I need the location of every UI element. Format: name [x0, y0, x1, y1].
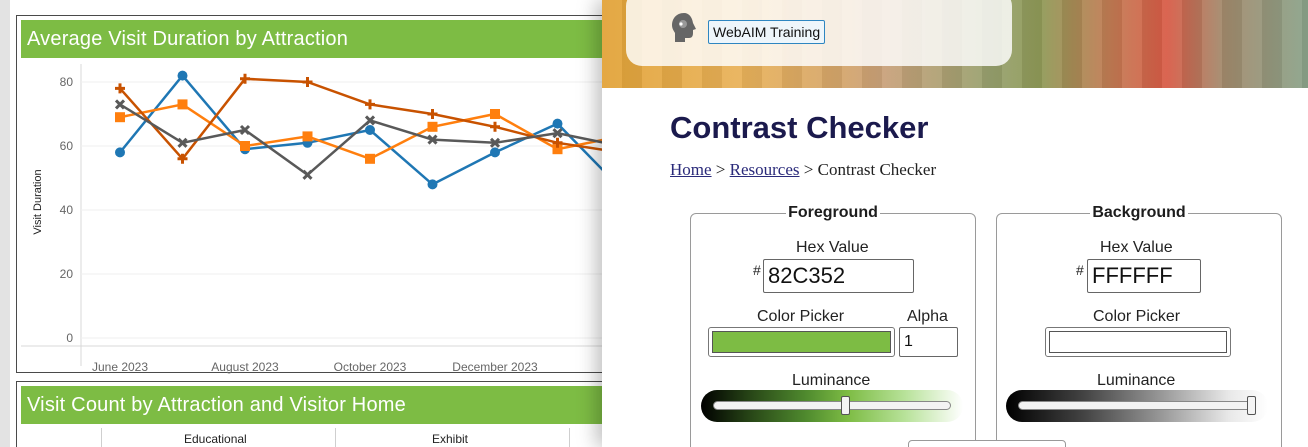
foreground-luminance-thumb[interactable]: [841, 396, 851, 415]
action-button[interactable]: [908, 440, 1066, 447]
breadcrumb-resources-link[interactable]: Resources: [730, 160, 800, 179]
webaim-training-button[interactable]: WebAIM Training: [708, 20, 826, 44]
data-point: [365, 125, 375, 135]
y-tick-label: 80: [60, 75, 74, 89]
x-tick-label: October 2023: [334, 360, 407, 374]
data-point: [427, 109, 438, 119]
banner-card: WebAIM Training: [626, 0, 1012, 66]
background-hex-input[interactable]: [1087, 259, 1201, 293]
foreground-luminance-label: Luminance: [792, 372, 871, 389]
background-luminance-slider[interactable]: [1006, 390, 1268, 422]
data-point: [552, 118, 563, 129]
data-point: [427, 179, 438, 190]
data-point: [490, 109, 500, 119]
x-tick-label: December 2023: [452, 360, 538, 374]
x-tick-label: August 2023: [211, 360, 279, 374]
foreground-legend: Foreground: [788, 204, 878, 221]
data-point: [427, 121, 438, 132]
breadcrumb-separator: >: [803, 160, 814, 179]
data-point: [177, 99, 188, 110]
page-title: Contrast Checker: [670, 110, 929, 145]
data-point: [240, 141, 250, 151]
dashboard-left-strip: [0, 0, 10, 447]
column-header-exhibit[interactable]: Exhibit: [432, 432, 468, 446]
breadcrumb-separator: >: [715, 160, 726, 179]
data-point: [177, 70, 188, 81]
column-separator: [569, 428, 570, 447]
alpha-input[interactable]: [899, 327, 958, 357]
background-color-picker-label: Color Picker: [1093, 308, 1181, 325]
foreground-hex-label: Hex Value: [796, 239, 869, 256]
breadcrumb-home-link[interactable]: Home: [670, 160, 712, 179]
contrast-checker-window: WebAIM Training Contrast Checker Home > …: [602, 0, 1308, 447]
data-point: [115, 112, 125, 123]
data-point: [302, 131, 313, 142]
foreground-color-swatch: [712, 331, 891, 353]
background-luminance-thumb[interactable]: [1247, 396, 1256, 415]
data-point: [490, 147, 500, 158]
y-tick-label: 0: [66, 331, 73, 345]
background-hex-label: Hex Value: [1100, 239, 1173, 256]
breadcrumb-current: Contrast Checker: [817, 160, 937, 179]
background-luminance-label: Luminance: [1097, 372, 1176, 389]
background-luminance-track: [1018, 401, 1256, 410]
background-legend: Background: [1092, 204, 1186, 221]
column-separator: [335, 428, 336, 447]
column-header-educational[interactable]: Educational: [184, 432, 247, 446]
foreground-color-picker-label: Color Picker: [757, 308, 845, 325]
data-point: [365, 99, 375, 110]
foreground-hash: #: [753, 262, 761, 278]
x-tick-label: June 2023: [92, 360, 148, 374]
data-point: [365, 153, 375, 164]
data-point: [490, 121, 500, 132]
background-hash: #: [1076, 262, 1084, 278]
foreground-luminance-slider[interactable]: [701, 390, 963, 422]
background-color-picker[interactable]: [1045, 327, 1231, 357]
y-tick-label: 60: [60, 139, 74, 153]
breadcrumb: Home > Resources > Contrast Checker: [670, 160, 936, 180]
column-separator: [101, 428, 102, 447]
y-tick-label: 40: [60, 203, 74, 217]
data-point: [302, 169, 313, 180]
screen: Average Visit Duration by Attraction 0 20…: [0, 0, 1308, 447]
alpha-label: Alpha: [907, 308, 948, 325]
data-point: [114, 99, 126, 110]
y-axis-label: Visit Duration: [32, 169, 44, 234]
data-point: [302, 77, 313, 87]
y-tick-label: 20: [60, 267, 74, 281]
data-point: [115, 147, 125, 158]
foreground-hex-input[interactable]: [763, 259, 914, 293]
background-color-swatch: [1049, 331, 1227, 353]
webaim-head-icon: [672, 13, 696, 42]
foreground-luminance-track: [713, 401, 951, 410]
foreground-color-picker[interactable]: [708, 327, 895, 357]
